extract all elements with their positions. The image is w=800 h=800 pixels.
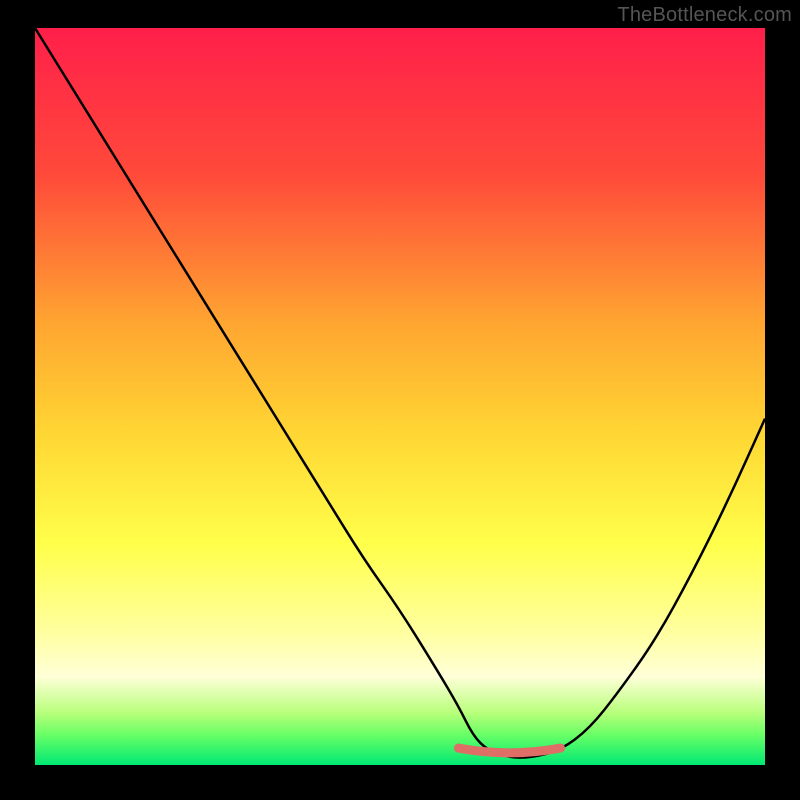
bottleneck-chart [35,28,765,765]
curve-bottom-segment [458,748,560,753]
chart-background-gradient [35,28,765,765]
plot-area [35,28,765,765]
watermark-text: TheBottleneck.com [617,4,792,27]
